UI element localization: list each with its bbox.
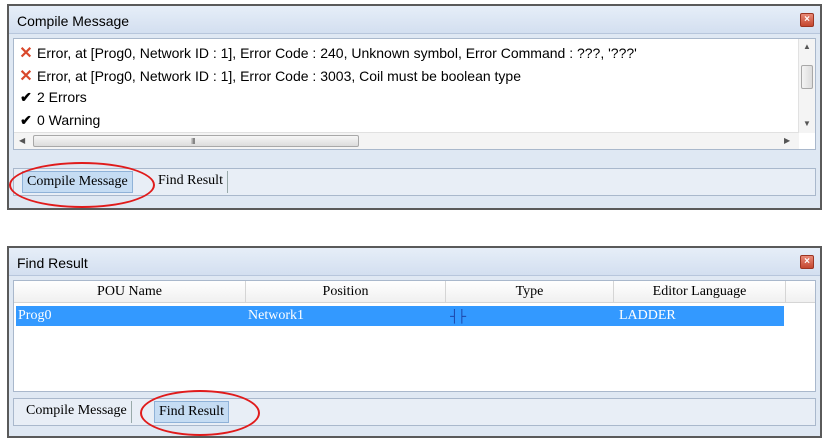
column-header-pou-name[interactable]: POU Name (14, 281, 246, 303)
contact-icon: ┤├ (450, 309, 466, 323)
vertical-scroll-thumb[interactable] (801, 65, 813, 89)
horizontal-scrollbar[interactable]: ◀ III ▶ (14, 132, 799, 149)
scroll-grip: III (191, 137, 196, 146)
compile-message-titlebar: Compile Message × (9, 6, 820, 34)
error-icon: ✕ (19, 45, 33, 62)
message-text: 2 Errors (37, 89, 87, 105)
find-result-panel: Find Result × POU Name Position Type Edi… (7, 246, 822, 438)
error-icon: ✕ (19, 68, 33, 85)
column-header-position[interactable]: Position (246, 281, 446, 303)
scroll-right-icon[interactable]: ▶ (784, 136, 790, 145)
message-text: Error, at [Prog0, Network ID : 1], Error… (37, 45, 637, 61)
highlight-circle (9, 162, 155, 208)
table-row[interactable]: Prog0 Network1 ┤├ LADDER (16, 306, 784, 326)
close-button[interactable]: × (800, 13, 814, 27)
cell-editor-language: LADDER (619, 308, 676, 323)
cell-position: Network1 (248, 308, 304, 323)
scroll-left-icon[interactable]: ◀ (19, 136, 25, 145)
column-header-editor-language[interactable]: Editor Language (614, 281, 786, 303)
vertical-scrollbar[interactable]: ▲ ▼ (798, 39, 815, 133)
scroll-down-icon[interactable]: ▼ (803, 119, 811, 128)
close-button[interactable]: × (800, 255, 814, 269)
panel-title: Compile Message (17, 13, 130, 29)
cell-type: ┤├ (450, 306, 466, 326)
table-header: POU Name Position Type Editor Language (14, 281, 815, 303)
scroll-up-icon[interactable]: ▲ (803, 42, 811, 51)
message-list[interactable]: ✕ Error, at [Prog0, Network ID : 1], Erro… (13, 38, 816, 150)
message-line[interactable]: ✔ 0 Warning (18, 112, 100, 134)
panel-title: Find Result (17, 255, 88, 271)
message-text: 0 Warning (37, 112, 101, 128)
horizontal-scroll-thumb[interactable]: III (33, 135, 359, 147)
panel-tab-strip: Compile Message Find Result (13, 398, 816, 426)
message-line[interactable]: ✔ 2 Errors (18, 89, 87, 111)
column-header-type[interactable]: Type (446, 281, 614, 303)
tab-find-result[interactable]: Find Result (154, 171, 228, 193)
message-text: Error, at [Prog0, Network ID : 1], Error… (37, 68, 522, 84)
find-result-titlebar: Find Result × (9, 248, 820, 276)
check-icon: ✔ (20, 112, 32, 128)
find-result-table: POU Name Position Type Editor Language P… (13, 280, 816, 392)
highlight-circle (140, 390, 260, 436)
tab-compile-message[interactable]: Compile Message (22, 401, 132, 423)
cell-pou-name: Prog0 (18, 308, 52, 323)
message-line[interactable]: ✕ Error, at [Prog0, Network ID : 1], Erro… (18, 43, 637, 65)
message-line[interactable]: ✕ Error, at [Prog0, Network ID : 1], Erro… (18, 66, 521, 88)
check-icon: ✔ (20, 89, 32, 105)
